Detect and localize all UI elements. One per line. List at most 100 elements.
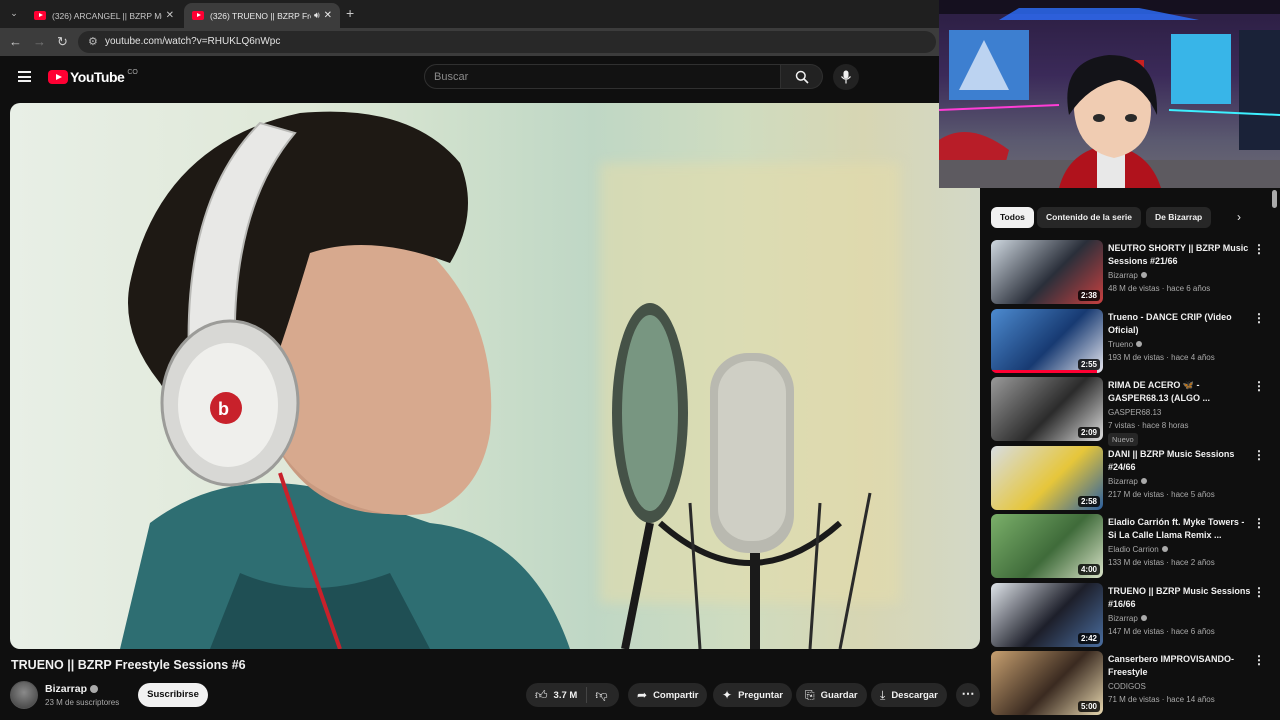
dislike-button[interactable]: 👎︎ (587, 688, 615, 703)
close-tab-icon[interactable]: ✕ (324, 10, 332, 21)
recommendation-channel-name[interactable]: Trueno (1108, 340, 1133, 349)
channel-name[interactable]: Bizarrap (45, 683, 99, 695)
download-icon: ⤓ (880, 687, 886, 702)
video-thumbnail[interactable]: 2:09 (991, 377, 1103, 441)
search-input[interactable]: Buscar (424, 64, 781, 89)
recommendation-channel-name[interactable]: CODIGOS (1108, 682, 1146, 691)
recommendation-item[interactable]: 2:55 Trueno - DANCE CRIP (Video Oficial) T… (991, 308, 1271, 373)
scrollbar-track[interactable] (1270, 188, 1278, 720)
recommendation-item[interactable]: 5:00 Canserbero IMPROVISANDO- Freestyle CO… (991, 651, 1271, 715)
youtube-header: YouTube CO Buscar (0, 56, 940, 100)
kebab-menu-icon[interactable]: ⋮ (1253, 379, 1265, 393)
video-frame: b (120, 111, 872, 649)
recommendation-title[interactable]: Trueno - DANCE CRIP (Video Oficial) (1108, 311, 1253, 337)
channel-name-text[interactable]: Bizarrap (45, 683, 87, 695)
recommendation-item[interactable]: 4:00 Eladio Carrión ft. Myke Towers - Si … (991, 514, 1271, 578)
video-title: TRUENO || BZRP Freestyle Sessions #6 (11, 658, 246, 672)
close-tab-icon[interactable]: ✕ (166, 10, 174, 21)
recommendation-title[interactable]: Eladio Carrión ft. Myke Towers - Si La C… (1108, 516, 1253, 542)
channel-avatar[interactable] (10, 681, 38, 709)
save-button[interactable]: ⎘ Guardar (796, 683, 867, 707)
recommendation-meta: 193 M de vistas · hace 4 años (1108, 352, 1215, 362)
chevron-right-icon[interactable]: › (1237, 210, 1241, 224)
verified-icon (1140, 477, 1147, 484)
video-thumbnail[interactable]: 4:00 (991, 514, 1103, 578)
recommendation-title[interactable]: RIMA DE ACERO 🦋 - GASPER68.13 (ALGO ... (1108, 379, 1253, 405)
speaker-icon[interactable]: 🔊︎ (314, 10, 320, 21)
recommendation-item[interactable]: 2:42 TRUENO || BZRP Music Sessions #16/66… (991, 582, 1271, 647)
filter-chip-all[interactable]: Todos (991, 207, 1034, 228)
recommendation-channel[interactable]: Bizarrap (1108, 477, 1147, 486)
recommendation-item[interactable]: 2:58 DANI || BZRP Music Sessions #24/66 Bi… (991, 445, 1271, 510)
url-text[interactable]: youtube.com/watch?v=RHUKLQ6nWpc (105, 36, 280, 47)
search-button[interactable] (781, 64, 823, 89)
recommendation-channel[interactable]: Bizarrap (1108, 614, 1147, 623)
recommendation-channel-name[interactable]: Bizarrap (1108, 614, 1138, 623)
watch-progress-bar (991, 369, 1098, 373)
recommendation-title[interactable]: DANI || BZRP Music Sessions #24/66 (1108, 448, 1253, 474)
recommendation-channel[interactable]: GASPER68.13 (1108, 408, 1161, 417)
video-thumbnail[interactable]: 5:00 (991, 651, 1103, 715)
tab-search-chevron-icon[interactable]: ⌄ (6, 5, 22, 21)
verified-icon (1140, 272, 1147, 278)
recommendation-channel[interactable]: Bizarrap (1108, 271, 1147, 280)
subscriber-count: 23 M de suscriptores (45, 698, 120, 707)
youtube-favicon-icon (192, 11, 204, 20)
video-duration: 5:00 (1077, 701, 1100, 712)
recommendation-title[interactable]: Canserbero IMPROVISANDO- Freestyle (1108, 653, 1253, 679)
filter-chip-bizarrap[interactable]: De Bizarrap (1146, 207, 1212, 228)
reload-icon[interactable]: ↻ (57, 34, 68, 50)
youtube-favicon-icon (34, 11, 46, 20)
recommendation-channel[interactable]: Eladio Carrion (1108, 545, 1168, 554)
recommendation-item[interactable]: 2:38 NEUTRO SHORTY || BZRP Music Sessions… (991, 240, 1271, 304)
video-duration: 2:58 (1077, 495, 1100, 507)
tab-title: (326) TRUENO || BZRP Free (210, 10, 311, 21)
ask-button[interactable]: ✦ Preguntar (713, 683, 792, 707)
kebab-menu-icon[interactable]: ⋮ (1253, 242, 1265, 256)
recommendation-channel[interactable]: Trueno (1108, 340, 1143, 349)
recommendation-channel-name[interactable]: Eladio Carrion (1108, 545, 1159, 554)
browser-tab-2-active[interactable]: (326) TRUENO || BZRP Free 🔊︎ ✕ (184, 3, 340, 28)
recommendation-channel-name[interactable]: Bizarrap (1108, 477, 1138, 486)
site-info-icon[interactable]: ⚙︎ (88, 35, 98, 48)
back-icon[interactable]: ← (9, 34, 22, 49)
subscribe-button[interactable]: Suscribirse (138, 683, 208, 707)
video-thumbnail[interactable]: 2:55 (991, 308, 1103, 373)
scrollbar-thumb[interactable] (1272, 190, 1277, 208)
kebab-menu-icon[interactable]: ⋮ (1253, 585, 1265, 599)
recommendation-item[interactable]: 2:09 RIMA DE ACERO 🦋 - GASPER68.13 (ALGO … (991, 377, 1271, 446)
kebab-menu-icon[interactable]: ⋮ (1253, 516, 1265, 530)
share-label: Compartir (653, 689, 699, 701)
more-actions-icon[interactable]: ⋯ (956, 683, 980, 707)
recommendation-channel-name[interactable]: Bizarrap (1108, 271, 1138, 280)
share-button[interactable]: ➦ Compartir (628, 683, 708, 707)
voice-search-button[interactable] (833, 64, 859, 90)
new-tab-button[interactable]: + (346, 5, 354, 21)
address-bar[interactable]: ⚙︎ youtube.com/watch?v=RHUKLQ6nWpc (78, 31, 936, 53)
kebab-menu-icon[interactable]: ⋮ (1253, 311, 1265, 325)
recommendation-channel-name[interactable]: GASPER68.13 (1108, 408, 1161, 417)
bookmark-icon: ⎘ (805, 687, 815, 702)
kebab-menu-icon[interactable]: ⋮ (1253, 653, 1265, 667)
browser-tab-1[interactable]: (326) ARCANGEL || BZRP Music ✕ (26, 3, 182, 28)
filter-chip-series[interactable]: Contenido de la serie (1037, 207, 1141, 228)
menu-icon[interactable] (18, 71, 31, 82)
new-badge: Nuevo (1108, 433, 1138, 446)
recommendation-meta: 48 M de vistas · hace 6 años (1108, 284, 1211, 293)
ask-label: Preguntar (738, 689, 783, 701)
video-player[interactable]: b (10, 103, 980, 649)
recommendation-title[interactable]: TRUENO || BZRP Music Sessions #16/66 (1108, 585, 1253, 611)
like-button[interactable]: 👍︎ 3.7 M (526, 687, 588, 703)
youtube-logo[interactable]: YouTube CO (48, 69, 138, 85)
video-thumbnail[interactable]: 2:42 (991, 582, 1103, 647)
download-button[interactable]: ⤓ Descargar (871, 683, 947, 707)
video-thumbnail[interactable]: 2:58 (991, 445, 1103, 510)
forward-icon[interactable]: → (33, 34, 46, 49)
video-thumbnail[interactable]: 2:38 (991, 240, 1103, 304)
video-duration: 4:00 (1077, 564, 1100, 575)
recommendation-channel[interactable]: CODIGOS (1108, 682, 1146, 691)
kebab-menu-icon[interactable]: ⋮ (1253, 448, 1265, 462)
recommendation-title[interactable]: NEUTRO SHORTY || BZRP Music Sessions #21… (1108, 242, 1253, 268)
verified-icon (90, 685, 99, 693)
download-label: Descargar (891, 689, 938, 701)
